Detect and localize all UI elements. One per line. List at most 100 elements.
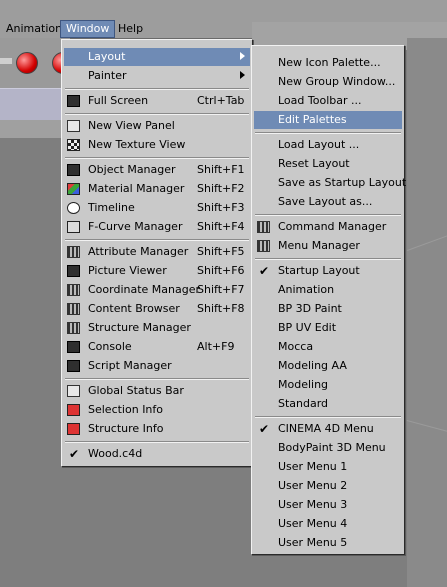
checkmark-icon: ✔ bbox=[259, 264, 270, 278]
viewport-edge bbox=[407, 38, 447, 587]
menu-item-label: Script Manager bbox=[88, 359, 172, 372]
menu-item-label: Modeling AA bbox=[278, 359, 347, 372]
menu-item-new-view-panel[interactable]: New View Panel bbox=[64, 117, 250, 135]
menu-item-label: New Group Window... bbox=[278, 75, 396, 88]
content-browser-icon bbox=[67, 303, 80, 315]
checkmark-icon: ✔ bbox=[259, 422, 270, 436]
menu-item-shortcut: Shift+F8 bbox=[197, 302, 245, 315]
menu-item-load-toolbar[interactable]: Load Toolbar ... bbox=[254, 92, 402, 110]
menu-separator bbox=[255, 214, 401, 216]
menu-item-console[interactable]: Console Alt+F9 bbox=[64, 338, 250, 356]
timeline-icon bbox=[67, 202, 80, 214]
menu-item-modeling[interactable]: Modeling bbox=[254, 376, 402, 394]
menu-item-reset-layout[interactable]: Reset Layout bbox=[254, 155, 402, 173]
menu-item-selection-info[interactable]: Selection Info bbox=[64, 401, 250, 419]
menu-item-mocca[interactable]: Mocca bbox=[254, 338, 402, 356]
menu-item-label: New View Panel bbox=[88, 119, 175, 132]
menu-item-label: Animation bbox=[278, 283, 335, 296]
menu-item-save-layout-as[interactable]: Save Layout as... bbox=[254, 193, 402, 211]
view-panel-icon bbox=[67, 120, 80, 132]
menu-item-label: Object Manager bbox=[88, 163, 176, 176]
menu-item-new-group-window[interactable]: New Group Window... bbox=[254, 73, 402, 91]
menu-item-user-menu-3[interactable]: User Menu 3 bbox=[254, 496, 402, 514]
menu-item-full-screen[interactable]: Full Screen Ctrl+Tab bbox=[64, 92, 250, 110]
menu-item-shortcut: Ctrl+Tab bbox=[197, 94, 245, 107]
menu-item-label: Menu Manager bbox=[278, 239, 360, 252]
menu-manager-icon bbox=[257, 240, 270, 252]
menu-item-modeling-aa[interactable]: Modeling AA bbox=[254, 357, 402, 375]
menu-item-label: User Menu 4 bbox=[278, 517, 348, 530]
menu-item-user-menu-4[interactable]: User Menu 4 bbox=[254, 515, 402, 533]
submenu-arrow-icon bbox=[240, 52, 245, 60]
texture-view-icon bbox=[67, 139, 80, 151]
menu-item-label: Save Layout as... bbox=[278, 195, 373, 208]
menu-item-user-menu-5[interactable]: User Menu 5 bbox=[254, 534, 402, 552]
key-icon bbox=[0, 58, 12, 64]
fullscreen-icon bbox=[67, 95, 80, 107]
attribute-manager-icon bbox=[67, 246, 80, 258]
menu-item-wood-c4d[interactable]: ✔ Wood.c4d bbox=[64, 445, 250, 463]
menu-item-label: Structure Manager bbox=[88, 321, 191, 334]
menu-item-script-manager[interactable]: Script Manager bbox=[64, 357, 250, 375]
menu-item-cinema-4d-menu[interactable]: ✔ CINEMA 4D Menu bbox=[254, 420, 402, 438]
menu-item-label: Save as Startup Layout bbox=[278, 176, 407, 189]
submenu-arrow-icon bbox=[240, 71, 245, 79]
menu-item-bp-uv-edit[interactable]: BP UV Edit bbox=[254, 319, 402, 337]
menu-item-label: Selection Info bbox=[88, 403, 164, 416]
menu-item-global-status-bar[interactable]: Global Status Bar bbox=[64, 382, 250, 400]
menu-item-structure-info[interactable]: Structure Info bbox=[64, 420, 250, 438]
menu-item-label: Coordinate Manager bbox=[88, 283, 201, 296]
menu-separator bbox=[65, 157, 249, 159]
menu-item-new-icon-palette[interactable]: New Icon Palette... bbox=[254, 54, 402, 72]
menu-item-coordinate-manager[interactable]: Coordinate Manager Shift+F7 bbox=[64, 281, 250, 299]
menu-item-save-as-startup-layout[interactable]: Save as Startup Layout bbox=[254, 174, 406, 192]
menu-help[interactable]: Help bbox=[113, 21, 148, 37]
selection-info-icon bbox=[67, 404, 80, 416]
menu-item-edit-palettes[interactable]: Edit Palettes bbox=[254, 111, 402, 129]
menu-item-content-browser[interactable]: Content Browser Shift+F8 bbox=[64, 300, 250, 318]
menu-item-label: Startup Layout bbox=[278, 264, 360, 277]
menu-item-new-texture-view[interactable]: New Texture View bbox=[64, 136, 250, 154]
menu-item-label: Load Toolbar ... bbox=[278, 94, 362, 107]
menu-item-standard[interactable]: Standard bbox=[254, 395, 402, 413]
menu-item-label: Painter bbox=[88, 69, 127, 82]
menu-item-picture-viewer[interactable]: Picture Viewer Shift+F6 bbox=[64, 262, 250, 280]
menu-separator bbox=[65, 113, 249, 115]
menu-item-timeline[interactable]: Timeline Shift+F3 bbox=[64, 199, 250, 217]
menu-item-bp-3d-paint[interactable]: BP 3D Paint bbox=[254, 300, 402, 318]
menu-item-material-manager[interactable]: Material Manager Shift+F2 bbox=[64, 180, 250, 198]
menu-item-label: Global Status Bar bbox=[88, 384, 184, 397]
menu-item-label: Mocca bbox=[278, 340, 314, 353]
menu-item-user-menu-1[interactable]: User Menu 1 bbox=[254, 458, 402, 476]
record-key-button[interactable] bbox=[16, 52, 38, 74]
menu-item-label: Wood.c4d bbox=[88, 447, 143, 460]
viewport-tabs bbox=[0, 120, 70, 138]
menu-item-structure-manager[interactable]: Structure Manager bbox=[64, 319, 250, 337]
menu-item-label: User Menu 1 bbox=[278, 460, 348, 473]
menu-item-layout[interactable]: Layout bbox=[64, 48, 250, 66]
menu-item-attribute-manager[interactable]: Attribute Manager Shift+F5 bbox=[64, 243, 250, 261]
coordinate-manager-icon bbox=[67, 284, 80, 296]
menu-item-animation-layout[interactable]: Animation bbox=[254, 281, 402, 299]
menu-item-label: F-Curve Manager bbox=[88, 220, 183, 233]
status-bar-icon bbox=[67, 385, 80, 397]
menu-item-startup-layout[interactable]: ✔ Startup Layout bbox=[254, 262, 402, 280]
menu-animation[interactable]: Animation bbox=[1, 21, 67, 37]
checkmark-icon: ✔ bbox=[69, 447, 80, 461]
menu-item-label: Layout bbox=[88, 50, 126, 63]
menu-window[interactable]: Window bbox=[60, 20, 116, 38]
menu-item-bodypaint-3d-menu[interactable]: BodyPaint 3D Menu bbox=[254, 439, 402, 457]
menu-item-label: User Menu 3 bbox=[278, 498, 348, 511]
menu-item-painter[interactable]: Painter bbox=[64, 67, 250, 85]
menu-item-label: New Texture View bbox=[88, 138, 186, 151]
menu-item-fcurve-manager[interactable]: F-Curve Manager Shift+F4 bbox=[64, 218, 250, 236]
menu-item-menu-manager[interactable]: Menu Manager bbox=[254, 237, 402, 255]
menu-item-label: Edit Palettes bbox=[278, 113, 347, 126]
menu-item-command-manager[interactable]: Command Manager bbox=[254, 218, 402, 236]
script-manager-icon bbox=[67, 360, 80, 372]
structure-info-icon bbox=[67, 423, 80, 435]
menu-item-user-menu-2[interactable]: User Menu 2 bbox=[254, 477, 402, 495]
menu-item-load-layout[interactable]: Load Layout ... bbox=[254, 136, 402, 154]
menu-item-object-manager[interactable]: Object Manager Shift+F1 bbox=[64, 161, 250, 179]
menu-item-shortcut: Shift+F1 bbox=[197, 163, 245, 176]
